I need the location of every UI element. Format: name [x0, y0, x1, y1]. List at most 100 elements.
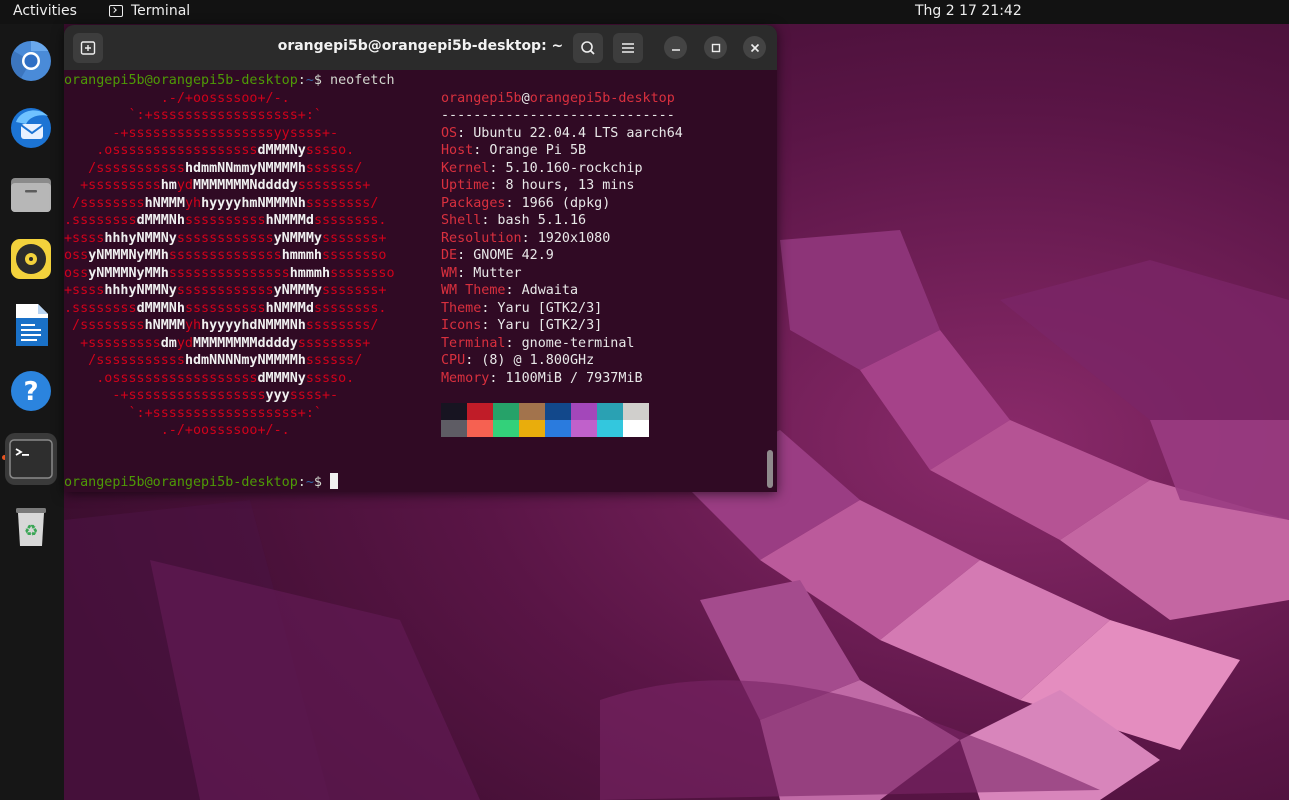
- logo-line: ossyNMMMNyMMhssssssssssssssshmmmhsssssss…: [64, 265, 395, 281]
- search-button[interactable]: [573, 33, 603, 63]
- terminal-window[interactable]: orangepi5b@orangepi5b-desktop: ~ orangep…: [64, 25, 777, 492]
- info-key: Memory: [441, 370, 490, 386]
- info-value: : 1920x1080: [521, 230, 611, 246]
- dock-item-libreoffice-writer[interactable]: [7, 301, 55, 349]
- info-key: OS: [441, 125, 458, 141]
- info-key: Uptime: [441, 178, 490, 193]
- dock-item-terminal[interactable]: [5, 433, 57, 485]
- color-palette-row-2: [441, 420, 649, 437]
- dock-item-chromium[interactable]: [7, 37, 55, 85]
- info-row: WM Theme: Adwaita: [441, 282, 578, 300]
- logo-line: `:+ssssssssssssssssss+:`: [64, 405, 322, 421]
- info-header-host: orangepi5b-desktop: [529, 90, 675, 106]
- info-value: : GNOME 42.9: [457, 248, 554, 263]
- close-button[interactable]: [743, 36, 766, 59]
- color-swatch: [467, 420, 493, 437]
- color-swatch: [571, 420, 597, 437]
- svg-text:?: ?: [23, 377, 38, 407]
- current-prompt-line: orangepi5b@orangepi5b-desktop:~$: [64, 473, 339, 491]
- info-value: : (8) @ 1.800GHz: [465, 353, 595, 368]
- dock-item-help[interactable]: ?: [7, 367, 55, 415]
- terminal-output[interactable]: orangepi5b@orangepi5b-desktop:~$ neofetc…: [64, 70, 777, 492]
- color-swatch: [597, 420, 623, 437]
- dock-item-rhythmbox[interactable]: [7, 235, 55, 283]
- info-row: Shell: bash 5.1.16: [441, 212, 586, 230]
- info-separator: -----------------------------: [441, 108, 675, 123]
- info-value: : bash 5.1.16: [481, 213, 587, 228]
- logo-line: .ossssssssssssssssssdMMMNysssso.: [64, 370, 355, 386]
- prompt-user-2: orangepi5b@orangepi5b-desktop: [64, 475, 298, 490]
- prompt-user: orangepi5b@orangepi5b-desktop: [64, 73, 298, 88]
- info-key: WM: [441, 265, 458, 281]
- logo-line: .ssssssssdMMMNhsssssssssshNMMMdssssssss.: [64, 300, 387, 316]
- info-key: CPU: [441, 353, 466, 368]
- logo-line: /sssssssshNMMMyhhyyyyhdNMMMNhssssssss/: [64, 318, 379, 333]
- menu-button[interactable]: [613, 33, 643, 63]
- prompt-colon-2: :: [297, 475, 306, 490]
- info-header-user: orangepi5b: [441, 90, 522, 106]
- logo-line: ossyNMMMNyMMhsssssssssssssshmmmhssssssso: [64, 248, 387, 263]
- writer-icon: [16, 304, 48, 346]
- command-line: orangepi5b@orangepi5b-desktop:~$ neofetc…: [64, 72, 395, 90]
- info-value: : Yaru [GTK2/3]: [481, 300, 603, 316]
- info-value: : Orange Pi 5B: [473, 143, 587, 158]
- logo-line: -+ssssssssssssssssssyyssss+-: [64, 125, 339, 141]
- prompt-symbol: $: [313, 73, 322, 88]
- color-swatch: [493, 420, 519, 437]
- logo-line: /sssssssshNMMMyhhyyyyhmNMMMNhssssssss/: [64, 195, 379, 211]
- color-swatch: [623, 420, 649, 437]
- close-icon: [750, 43, 759, 52]
- prompt-colon: :: [297, 73, 306, 88]
- info-key: DE: [441, 248, 458, 263]
- prompt-path: ~: [305, 73, 314, 88]
- info-value: : Ubuntu 22.04.4 LTS aarch64: [457, 125, 683, 141]
- terminal-icon: [9, 439, 53, 479]
- logo-line: /ssssssssssshdmNNNNmyNMMMMhssssss/: [64, 353, 363, 368]
- trash-icon: ♻: [16, 508, 46, 546]
- logo-line: +sssssssssdmydMMMMMMMMddddyssssssss+: [64, 335, 371, 351]
- chromium-icon: [11, 41, 51, 81]
- logo-line: -+sssssssssssssssssyyyssss+-: [64, 388, 339, 403]
- terminal-scrollbar[interactable]: [767, 450, 773, 488]
- color-swatch: [571, 403, 597, 420]
- info-key: Resolution: [441, 230, 522, 246]
- info-value: : 1100MiB / 7937MiB: [489, 370, 643, 386]
- info-value: : 8 hours, 13 mins: [489, 178, 635, 193]
- info-row: Uptime: 8 hours, 13 mins: [441, 177, 635, 195]
- color-swatch: [519, 403, 545, 420]
- info-key: Theme: [441, 300, 482, 316]
- info-row: Host: Orange Pi 5B: [441, 142, 586, 160]
- color-swatch: [519, 420, 545, 437]
- info-key: Shell: [441, 213, 482, 228]
- logo-line: /ssssssssssshdmmNNmmyNMMMMhssssss/: [64, 160, 363, 176]
- dock-item-thunderbird[interactable]: [7, 103, 55, 151]
- dock: ? ♻: [0, 24, 64, 800]
- app-menu[interactable]: Terminal: [109, 3, 190, 19]
- terminal-titlebar[interactable]: orangepi5b@orangepi5b-desktop: ~: [64, 25, 777, 70]
- info-row: Resolution: 1920x1080: [441, 230, 610, 248]
- terminal-app-icon: [109, 5, 123, 17]
- color-palette-row-1: [441, 403, 649, 420]
- maximize-button[interactable]: [704, 36, 727, 59]
- info-key: Packages: [441, 195, 506, 211]
- command-text: neofetch: [330, 73, 395, 88]
- color-swatch: [441, 420, 467, 437]
- info-key: Host: [441, 143, 474, 158]
- info-value: : gnome-terminal: [505, 335, 635, 351]
- clock[interactable]: Thg 2 17 21:42: [915, 3, 1022, 19]
- color-swatch: [441, 403, 467, 420]
- color-swatch: [545, 403, 571, 420]
- activities-button[interactable]: Activities: [13, 3, 77, 19]
- dock-item-files[interactable]: [7, 169, 55, 217]
- info-row: DE: GNOME 42.9: [441, 247, 554, 265]
- info-row: Theme: Yaru [GTK2/3]: [441, 300, 602, 318]
- info-key: Kernel: [441, 160, 490, 176]
- dock-item-trash[interactable]: ♻: [7, 501, 55, 549]
- info-value: : Adwaita: [505, 283, 579, 298]
- info-row: OS: Ubuntu 22.04.4 LTS aarch64: [441, 125, 683, 143]
- info-row: Memory: 1100MiB / 7937MiB: [441, 370, 643, 388]
- info-row: Icons: Yaru [GTK2/3]: [441, 317, 602, 335]
- logo-line: +sssshhhyNMMNyssssssssssssyNMMMysssssss+: [64, 283, 387, 298]
- minimize-button[interactable]: [664, 36, 687, 59]
- help-icon: ?: [11, 371, 51, 411]
